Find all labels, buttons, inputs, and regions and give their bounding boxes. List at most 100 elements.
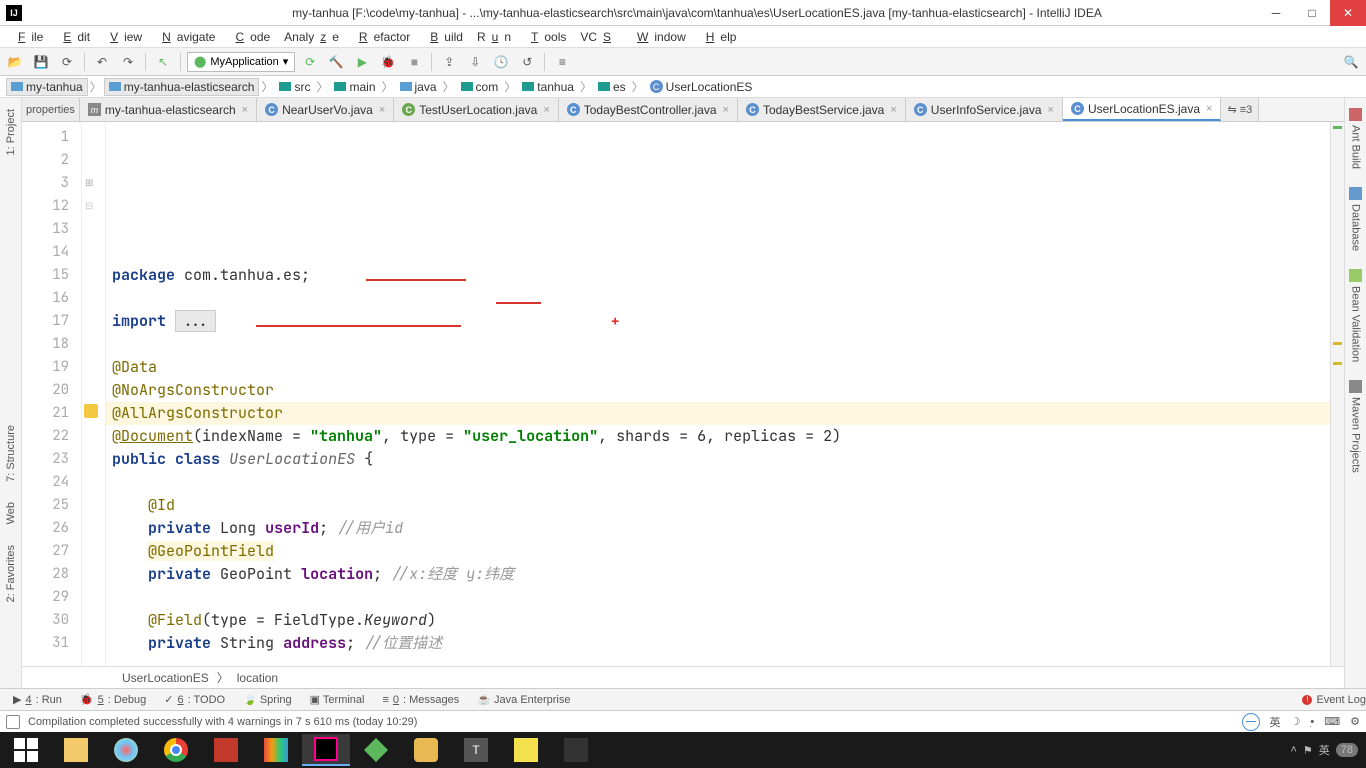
code-editor[interactable]: + package com.tanhua.es; import ... @Dat…: [106, 122, 1330, 666]
redo-icon[interactable]: ↷: [117, 51, 139, 73]
breadcrumb-tanhua[interactable]: tanhua: [518, 79, 578, 95]
minimize-button[interactable]: ─: [1258, 0, 1294, 26]
bottom-terminal[interactable]: ▣ Terminal: [303, 690, 372, 709]
tool-database[interactable]: Database: [1347, 183, 1364, 255]
editor-tab-userinfoservice[interactable]: CUserInfoService.java×: [906, 98, 1063, 121]
menu-vcs[interactable]: VCS: [574, 28, 623, 46]
toolbar: 📂 💾 ⟳ ↶ ↷ ↖ ⬤ MyApplication ▾ ⟳ 🔨 ▶ 🐞 ■ …: [0, 48, 1366, 76]
editor-tab-module[interactable]: mmy-tanhua-elasticsearch×: [80, 98, 257, 121]
breadcrumb-java[interactable]: java: [396, 79, 441, 95]
globe-icon[interactable]: [1242, 713, 1260, 731]
menu-file[interactable]: File: [6, 28, 49, 46]
keyboard-icon[interactable]: ⌨: [1324, 715, 1340, 728]
bottom-run[interactable]: ▶ 4: Run: [6, 690, 69, 709]
task-app1[interactable]: [402, 734, 450, 766]
editor-tab-testuserlocation[interactable]: CTestUserLocation.java×: [394, 98, 559, 121]
vcs-icon[interactable]: ⇪: [438, 51, 460, 73]
editor-tab-nearuservo[interactable]: CNearUserVo.java×: [257, 98, 394, 121]
title-bar: IJ my-tanhua [F:\code\my-tanhua] - ...\m…: [0, 0, 1366, 26]
bottom-messages[interactable]: ≡ 0: Messages: [375, 691, 466, 709]
menu-analyze[interactable]: Analyze: [278, 28, 345, 46]
task-notes[interactable]: [202, 734, 250, 766]
save-icon[interactable]: 💾: [30, 51, 52, 73]
task-app2[interactable]: T: [452, 734, 500, 766]
tool-project[interactable]: 1: Project: [2, 104, 20, 160]
bottom-debug[interactable]: 🐞 5: Debug: [73, 690, 153, 709]
intention-bulb-icon[interactable]: [84, 404, 98, 418]
vcs-update-icon[interactable]: ⇩: [464, 51, 486, 73]
breadcrumb-class[interactable]: UserLocationES: [122, 671, 209, 685]
bottom-todo[interactable]: ✓ 6: TODO: [157, 690, 232, 709]
menu-help[interactable]: Help: [694, 28, 743, 46]
window-title: my-tanhua [F:\code\my-tanhua] - ...\my-t…: [28, 6, 1366, 20]
status-icon[interactable]: [6, 715, 20, 729]
task-intellij[interactable]: [302, 734, 350, 766]
editor-tab-todaybestcontroller[interactable]: CTodayBestController.java×: [559, 98, 738, 121]
close-button[interactable]: ✕: [1330, 0, 1366, 26]
gear-icon[interactable]: ⚙: [1350, 715, 1360, 728]
system-tray[interactable]: ˄ ⚑ 英 78: [1290, 742, 1366, 758]
editor-tab-properties[interactable]: properties: [22, 98, 80, 121]
breadcrumb-src[interactable]: src: [275, 79, 314, 95]
tab-overflow[interactable]: ⇋ ≡3: [1221, 98, 1259, 121]
moon-icon[interactable]: ☽: [1291, 715, 1301, 728]
run-config-selector[interactable]: ⬤ MyApplication ▾: [187, 52, 295, 72]
task-chrome[interactable]: [152, 734, 200, 766]
ime-indicator[interactable]: 英: [1270, 714, 1281, 730]
menu-refactor[interactable]: Refactor: [347, 28, 416, 46]
tray-badge[interactable]: 78: [1336, 743, 1358, 757]
debug-icon[interactable]: 🐞: [377, 51, 399, 73]
menu-build[interactable]: Build: [418, 28, 469, 46]
hammer-icon[interactable]: 🔨: [325, 51, 347, 73]
menu-window[interactable]: Window: [625, 28, 692, 46]
breadcrumb-file[interactable]: CUserLocationES: [646, 79, 757, 95]
task-leaf[interactable]: [352, 734, 400, 766]
tool-antbuild[interactable]: Ant Build: [1347, 104, 1364, 173]
run-icon[interactable]: ▶: [351, 51, 373, 73]
breadcrumb-main[interactable]: main: [330, 79, 379, 95]
editor-tab-todaybestservice[interactable]: CTodayBestService.java×: [738, 98, 906, 121]
back-icon[interactable]: ↖: [152, 51, 174, 73]
menu-code[interactable]: Code: [223, 28, 276, 46]
menu-navigate[interactable]: Navigate: [150, 28, 221, 46]
breadcrumb-root[interactable]: my-tanhua: [6, 78, 88, 96]
event-log[interactable]: !Event Log: [1302, 694, 1366, 706]
tool-beanvalidation[interactable]: Bean Validation: [1347, 265, 1364, 366]
task-rainbow[interactable]: [252, 734, 300, 766]
breadcrumb-es[interactable]: es: [594, 79, 630, 95]
maximize-button[interactable]: □: [1294, 0, 1330, 26]
open-icon[interactable]: 📂: [4, 51, 26, 73]
task-paint[interactable]: [102, 734, 150, 766]
refresh-icon[interactable]: ⟳: [56, 51, 78, 73]
bottom-java-enterprise[interactable]: ☕ Java Enterprise: [470, 690, 577, 709]
tray-ime[interactable]: 英: [1319, 742, 1330, 758]
tray-flag-icon[interactable]: ⚑: [1303, 744, 1313, 757]
menu-run[interactable]: Run: [471, 28, 517, 46]
structure-icon[interactable]: ≡: [551, 51, 573, 73]
bottom-spring[interactable]: 🍃 Spring: [236, 690, 299, 709]
menu-edit[interactable]: Edit: [51, 28, 96, 46]
breadcrumb-field[interactable]: location: [237, 671, 278, 685]
menu-view[interactable]: View: [98, 28, 148, 46]
editor-tab-userlocationes[interactable]: CUserLocationES.java×: [1063, 98, 1222, 121]
editor-scrollbar[interactable]: [1330, 122, 1344, 666]
start-button[interactable]: [2, 734, 50, 766]
revert-icon[interactable]: ↺: [516, 51, 538, 73]
search-icon[interactable]: 🔍: [1340, 51, 1362, 73]
task-explorer[interactable]: [52, 734, 100, 766]
tool-web[interactable]: Web: [2, 497, 20, 529]
stop-icon[interactable]: ■: [403, 51, 425, 73]
tray-chevron-icon[interactable]: ˄: [1290, 744, 1296, 756]
history-icon[interactable]: 🕓: [490, 51, 512, 73]
task-app4[interactable]: [552, 734, 600, 766]
breadcrumb-module[interactable]: my-tanhua-elasticsearch: [104, 78, 260, 96]
menu-tools[interactable]: Tools: [519, 28, 572, 46]
tool-maven[interactable]: Maven Projects: [1347, 376, 1364, 477]
tool-favorites[interactable]: 2: Favorites: [2, 540, 20, 607]
tool-structure[interactable]: 7: Structure: [2, 420, 20, 487]
dots-icon[interactable]: •ִ: [1310, 716, 1314, 728]
breadcrumb-com[interactable]: com: [457, 79, 503, 95]
undo-icon[interactable]: ↶: [91, 51, 113, 73]
task-app3[interactable]: [502, 734, 550, 766]
build-icon[interactable]: ⟳: [299, 51, 321, 73]
